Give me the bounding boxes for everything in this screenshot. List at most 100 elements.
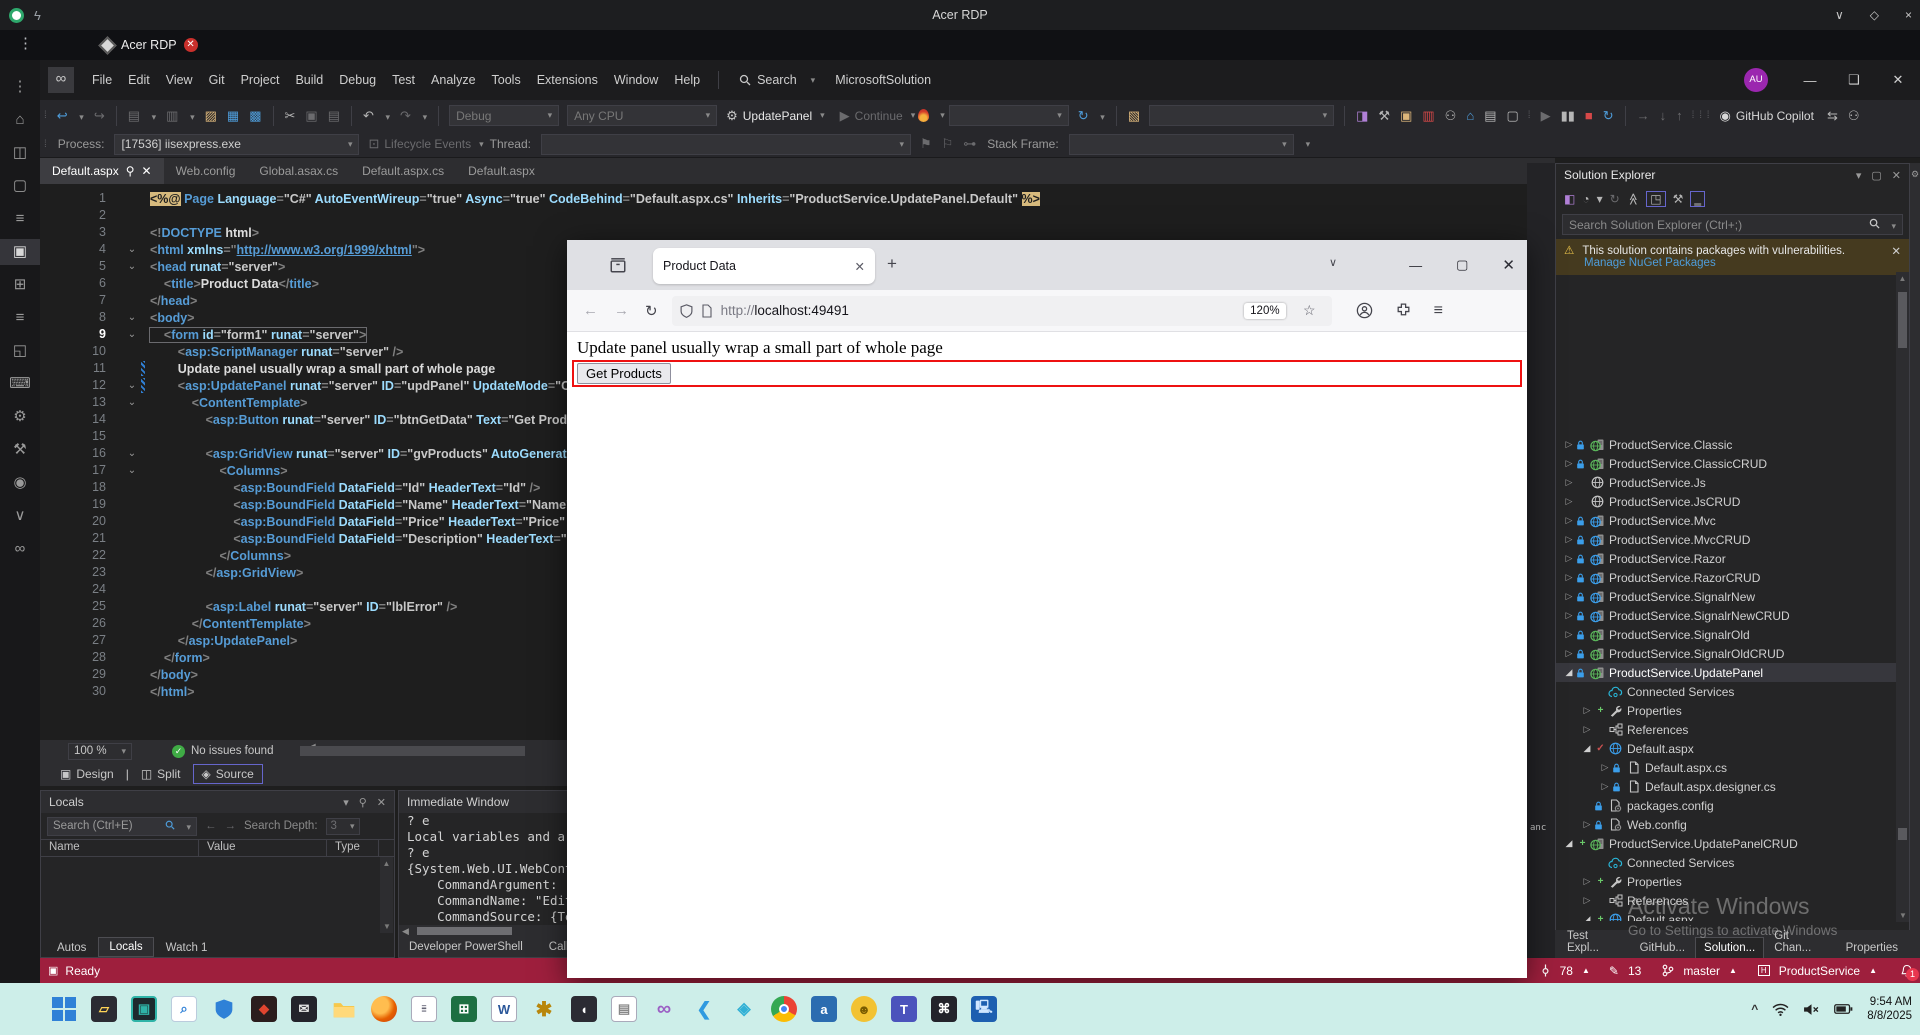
fold-chevron-icon[interactable]: ⌄ [124, 241, 140, 258]
close-panel-icon[interactable]: ✕ [377, 796, 386, 809]
taskbar-app-display[interactable]: 🖳 [964, 989, 1004, 1029]
column-header-value[interactable]: Value [199, 840, 327, 856]
navigate-back-icon[interactable]: ↩ ▾ [52, 108, 89, 124]
navigate-forward-icon[interactable]: ↪ [89, 108, 110, 124]
menu-lines-icon[interactable]: ≡ [0, 305, 40, 331]
fold-chevron-icon[interactable]: ⌄ [124, 462, 140, 479]
github-copilot-label[interactable]: GitHub Copilot [1736, 109, 1814, 123]
paste-icon[interactable]: ▤ [323, 108, 345, 124]
tree-item-productservice-signalrnewcrud[interactable]: ▷ ProductService.SignalrNewCRUD [1556, 606, 1896, 625]
menu-edit[interactable]: Edit [120, 69, 158, 91]
column-header-name[interactable]: Name [41, 840, 199, 856]
tree-item-connected-services[interactable]: Connected Services [1556, 853, 1896, 872]
expander-icon[interactable]: ▷ [1562, 572, 1576, 583]
manage-nuget-link[interactable]: Manage NuGet Packages [1584, 257, 1716, 269]
taskbar-app-vscode[interactable]: ❮ [684, 989, 724, 1029]
panel-dropdown-icon[interactable]: ▾ [1856, 169, 1862, 182]
tree-item-properties[interactable]: ▷ + Properties [1556, 701, 1896, 720]
bottom-tab-git-chan-[interactable]: Git Chan... [1766, 926, 1835, 958]
expander-icon[interactable]: ◢ [1580, 914, 1594, 921]
bottom-tab-test-expl-[interactable]: Test Expl... [1559, 926, 1630, 958]
expander-icon[interactable]: ▷ [1562, 648, 1576, 659]
expander-icon[interactable]: ◢ [1562, 667, 1576, 678]
search-forward-icon[interactable]: → [225, 820, 237, 832]
taskbar-app-dev-tool[interactable]: ⌘ [924, 989, 964, 1029]
bottom-tab-github-[interactable]: GitHub... [1632, 938, 1693, 958]
continue-play-icon[interactable]: ▶ [835, 108, 855, 124]
bottom-tab-properties[interactable]: Properties [1838, 938, 1906, 958]
tracking-shield-icon[interactable] [680, 303, 693, 318]
browser-home-icon[interactable]: ⌂ [1461, 108, 1479, 123]
list-all-tabs-icon[interactable]: ∨ [1329, 256, 1337, 269]
tree-item-default-aspx-designer-cs[interactable]: ▷ Default.aspx.designer.cs [1556, 777, 1896, 796]
locals-grid[interactable]: ▲ ▼ [41, 857, 394, 933]
solution-tree-scrollbar[interactable]: ▲ ▼ [1896, 272, 1909, 922]
redo-icon[interactable]: ↷ ▾ [395, 108, 432, 124]
switch-views-icon[interactable]: ◧ [1564, 192, 1575, 206]
solution-config-dropdown[interactable]: Debug ▾ [449, 105, 560, 126]
wrench-icon[interactable]: ⚒ [1373, 108, 1395, 124]
refresh-icon[interactable]: ↻ [1610, 192, 1620, 206]
properties-wrench-icon[interactable]: ⚒ [1673, 192, 1684, 206]
fold-chevron-icon[interactable]: ⌄ [124, 445, 140, 462]
panel-tab-autos[interactable]: Autos [47, 939, 96, 957]
menu-analyze[interactable]: Analyze [423, 69, 483, 91]
save-all-icon[interactable]: ▩ [244, 108, 266, 124]
suppress-icon[interactable]: ⊶ [958, 136, 981, 152]
menu-debug[interactable]: Debug [331, 69, 384, 91]
step-over-icon[interactable]: → [1632, 108, 1655, 123]
github-copilot-icon[interactable]: ◉ [1715, 108, 1736, 124]
nav-forward-icon[interactable]: → [614, 302, 629, 319]
screenshot-icon[interactable]: ▣ [0, 239, 40, 265]
taskbar-app-diamond-tool[interactable]: ◈ [724, 989, 764, 1029]
bottom-tab-solution-[interactable]: Solution... [1695, 937, 1765, 958]
titlebar-maximize-icon[interactable]: ◇ [1870, 8, 1879, 22]
expander-icon[interactable]: ▷ [1598, 781, 1612, 792]
new-tab-icon[interactable]: + [887, 254, 897, 274]
taskbar-app-image-editor[interactable]: ✱ [524, 989, 564, 1029]
save-icon[interactable]: ▦ [222, 108, 244, 124]
fullscreen-icon[interactable]: ▢ [0, 173, 40, 199]
column-header-type[interactable]: Type [327, 840, 379, 856]
close-tab-icon[interactable]: ✕ [142, 164, 152, 178]
search-depth-dropdown[interactable]: 3 ▾ [325, 817, 360, 835]
stack-frame-dropdown[interactable]: ▾ [1068, 133, 1294, 155]
pin-panel-icon[interactable]: ⚲ [359, 796, 367, 809]
taskbar-app-start[interactable] [44, 989, 84, 1029]
preview-selected-icon[interactable]: ‗ [1694, 192, 1701, 206]
home-icon[interactable]: ⌂ [0, 107, 40, 133]
editor-zoom-dropdown[interactable]: 100 % ▾ [68, 742, 132, 760]
gear-icon[interactable]: ⚙ [1910, 169, 1920, 180]
refresh-icon[interactable]: ↻ ▾ [1073, 108, 1110, 124]
open-folder-icon[interactable]: ▨ [200, 108, 222, 124]
taskbar-app-visual-studio[interactable]: ∞ [644, 989, 684, 1029]
tree-item-default-aspx[interactable]: ◢ ✓ Default.aspx [1556, 739, 1896, 758]
close-panel-icon[interactable]: ✕ [1892, 169, 1901, 182]
browser-maximize-icon[interactable]: ▢ [1456, 257, 1468, 273]
menu-file[interactable]: File [84, 69, 120, 91]
taskbar-app-spreadsheet[interactable]: ⊞ [444, 989, 484, 1029]
copy-icon[interactable]: ▣ [300, 108, 322, 124]
expander-icon[interactable]: ▷ [1580, 895, 1594, 906]
git-branch-label[interactable]: master [1683, 964, 1720, 978]
extensions-puzzle-icon[interactable] [1395, 302, 1412, 319]
taskbar-app-security-shield[interactable] [204, 989, 244, 1029]
expander-icon[interactable]: ▷ [1598, 762, 1612, 773]
taskbar-app-document[interactable]: ▤ [604, 989, 644, 1029]
solution-search-input[interactable]: Search Solution Explorer (Ctrl+;) ▾ [1562, 214, 1903, 235]
chevron-down-icon[interactable]: ∨ [0, 503, 40, 529]
page-info-icon[interactable] [701, 303, 713, 318]
taskbar-app-notepad[interactable]: ≡ ≡ [404, 989, 444, 1029]
doc-tab-default-aspx-cs-3[interactable]: Default.aspx.cs [350, 158, 456, 184]
people-icon[interactable]: ⚇ [1440, 108, 1462, 124]
undo-icon[interactable]: ↶ ▾ [358, 108, 395, 124]
tree-item-productservice-updatepanel[interactable]: ◢ ProductService.UpdatePanel [1556, 663, 1896, 682]
taskbar-app-chat[interactable]: ◖ [564, 989, 604, 1029]
repo-name-label[interactable]: ProductService [1779, 964, 1860, 978]
fold-chevron-icon[interactable]: ⌄ [124, 258, 140, 275]
wifi-icon[interactable] [1772, 1003, 1789, 1016]
view-source[interactable]: ◈ Source [192, 764, 263, 784]
menu-extensions[interactable]: Extensions [529, 69, 606, 91]
code-line-2[interactable]: 2 [40, 207, 1555, 224]
vs-close-button[interactable]: ✕ [1876, 60, 1920, 100]
